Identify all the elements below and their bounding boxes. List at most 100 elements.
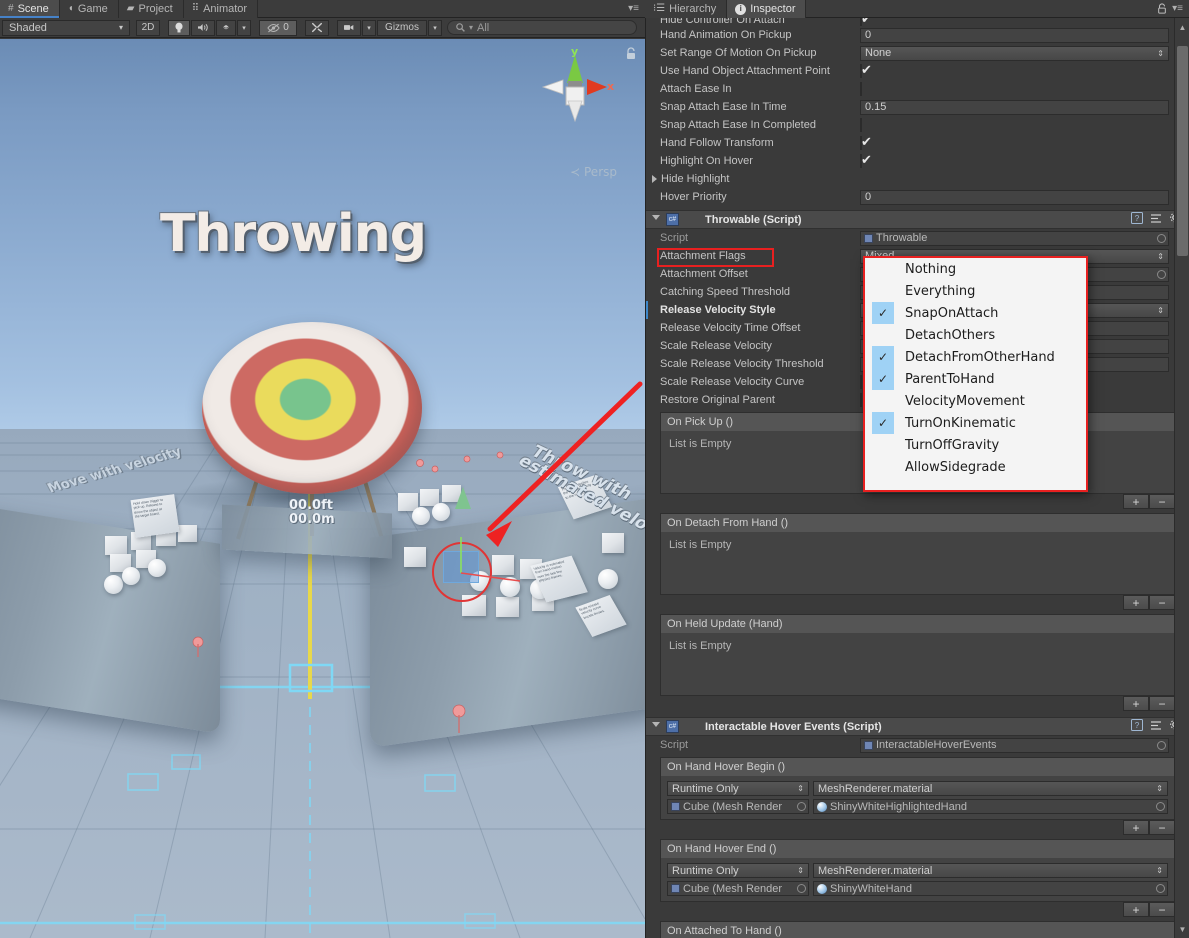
dropdown-item-nothing[interactable]: Nothing <box>865 258 1086 280</box>
tab-project[interactable]: ▰ Project <box>118 0 184 18</box>
inspector-scrollbar[interactable]: ▲ ▼ <box>1174 18 1189 938</box>
dropdown-item-detachfromotherhand[interactable]: ✓ DetachFromOtherHand <box>865 346 1086 368</box>
object-field[interactable]: InteractableHoverEvents <box>860 737 1169 753</box>
scene-cube[interactable] <box>178 525 197 542</box>
camera-icon[interactable] <box>337 19 361 36</box>
chevron-right-icon[interactable] <box>652 175 657 183</box>
scene-ball[interactable] <box>412 507 430 525</box>
scene-ball[interactable] <box>598 569 618 589</box>
component-header-interactable-hover-events[interactable]: c# Interactable Hover Events (Script) ? <box>646 717 1189 736</box>
help-icon[interactable]: ? <box>1131 719 1143 734</box>
inspector-row-highlight-on-hover[interactable]: Highlight On Hover <box>646 152 1189 170</box>
dropdown-item-parenttohand[interactable]: ✓ ParentToHand <box>865 368 1086 390</box>
scene-search-input[interactable]: ▾ All <box>447 20 637 35</box>
add-event-button[interactable]: + <box>1123 696 1149 711</box>
remove-event-button[interactable]: − <box>1149 820 1175 835</box>
scene-ball[interactable] <box>500 577 520 597</box>
number-field[interactable]: 0.15 <box>860 99 1169 115</box>
inspector-row-hide-controller[interactable]: Hide Controller On Attach <box>646 18 1189 26</box>
event-arg-object-field[interactable]: ShinyWhiteHand <box>813 881 1168 896</box>
add-event-button[interactable]: + <box>1123 902 1149 917</box>
scrollbar-thumb[interactable] <box>1177 46 1188 256</box>
tab-game[interactable]: ◖ Game <box>59 0 119 18</box>
archery-target[interactable] <box>202 322 422 494</box>
inspector-row-hover-priority[interactable]: Hover Priority 0 <box>646 188 1189 206</box>
inspector-row-snap-attach-ease-in-time[interactable]: Snap Attach Ease In Time 0.15 <box>646 98 1189 116</box>
event-method-popup[interactable]: MeshRenderer.material ⇕ <box>813 781 1168 796</box>
inspector-row-hand-follow-transform[interactable]: Hand Follow Transform <box>646 134 1189 152</box>
inspector-lock-icon[interactable]: ▾≡ <box>1157 0 1189 17</box>
object-picker-icon[interactable] <box>1156 802 1165 811</box>
scene-ball[interactable] <box>104 575 123 594</box>
inspector-row-hide-highlight[interactable]: Hide Highlight <box>646 170 1189 188</box>
inspector-row-set-range-of-motion[interactable]: Set Range Of Motion On Pickup None ⇕ <box>646 44 1189 62</box>
camera-dropdown-arrow[interactable]: ▾ <box>362 19 376 36</box>
remove-event-button[interactable]: − <box>1149 494 1175 509</box>
fx-icon[interactable] <box>216 19 236 36</box>
number-field[interactable]: 0 <box>860 27 1169 43</box>
scroll-up-arrow-icon[interactable]: ▲ <box>1175 20 1189 34</box>
lightbulb-icon[interactable] <box>168 19 190 36</box>
component-header-throwable[interactable]: c# Throwable (Script) ? <box>646 210 1189 229</box>
speaker-icon[interactable] <box>191 19 215 36</box>
add-event-button[interactable]: + <box>1123 494 1149 509</box>
add-event-button[interactable]: + <box>1123 595 1149 610</box>
object-picker-icon[interactable] <box>797 884 806 893</box>
event-target-object-field[interactable]: Cube (Mesh Render <box>667 799 809 814</box>
dropdown-item-velocitymovement[interactable]: VelocityMovement <box>865 390 1086 412</box>
remove-event-button[interactable]: − <box>1149 696 1175 711</box>
animation-curve-field[interactable] <box>860 375 862 389</box>
toggle-2d-button[interactable]: 2D <box>136 19 160 36</box>
tab-scene[interactable]: # Scene <box>0 0 60 18</box>
preset-icon[interactable] <box>1150 719 1162 734</box>
chevron-down-icon[interactable] <box>652 215 660 224</box>
object-picker-icon[interactable] <box>797 802 806 811</box>
draw-mode-dropdown[interactable]: Shaded ▾ <box>2 19 130 36</box>
event-target-object-field[interactable]: Cube (Mesh Render <box>667 881 809 896</box>
scene-panel-menu[interactable]: ▾≡ <box>628 0 645 17</box>
tab-animator[interactable]: ⠿ Animator <box>183 0 259 18</box>
scene-view-gizmo[interactable]: y x <box>535 45 615 127</box>
scene-sign[interactable]: Hold down trigger to pick up. Release to t… <box>130 494 180 538</box>
add-event-button[interactable]: + <box>1123 820 1149 835</box>
scene-ball[interactable] <box>432 503 450 521</box>
event-method-popup[interactable]: MeshRenderer.material ⇕ <box>813 863 1168 878</box>
checkbox[interactable] <box>860 18 862 26</box>
scene-cube[interactable] <box>602 533 624 553</box>
attachment-flags-dropdown-menu[interactable]: Nothing Everything ✓ SnapOnAttach Detach… <box>863 256 1088 492</box>
object-picker-icon[interactable] <box>1157 269 1166 279</box>
checkbox[interactable] <box>860 118 862 132</box>
dropdown-item-allowsidegrade[interactable]: AllowSidegrade <box>865 456 1086 478</box>
scene-cube[interactable] <box>105 536 127 555</box>
hidden-objects-toggle[interactable]: 0 <box>259 19 297 36</box>
scene-view[interactable]: Throwing Hold down trigger to pick up. R… <box>0 39 645 938</box>
tools-icon[interactable] <box>305 19 329 36</box>
event-mode-popup[interactable]: Runtime Only ⇕ <box>667 863 809 878</box>
dropdown-item-snaponattach[interactable]: ✓ SnapOnAttach <box>865 302 1086 324</box>
checkbox[interactable] <box>860 393 862 407</box>
remove-event-button[interactable]: − <box>1149 595 1175 610</box>
checkbox[interactable] <box>860 82 862 96</box>
projection-label-group[interactable]: ≺ Persp <box>570 165 617 179</box>
number-field[interactable]: 0 <box>860 189 1169 205</box>
inspector-panel-menu[interactable]: ▾≡ <box>1172 3 1183 14</box>
tab-hierarchy[interactable]: ⁝☰ Hierarchy <box>645 0 728 18</box>
object-field[interactable]: Throwable <box>860 230 1169 246</box>
scene-cube[interactable] <box>492 555 514 575</box>
object-picker-icon[interactable] <box>1156 884 1165 893</box>
checkbox[interactable] <box>860 136 862 150</box>
dropdown-item-turnonkinematic[interactable]: ✓ TurnOnKinematic <box>865 412 1086 434</box>
dropdown-item-turnoffgravity[interactable]: TurnOffGravity <box>865 434 1086 456</box>
scene-cube[interactable] <box>496 597 519 617</box>
help-icon[interactable]: ? <box>1131 212 1143 227</box>
preset-icon[interactable] <box>1150 212 1162 227</box>
dropdown-item-detachothers[interactable]: DetachOthers <box>865 324 1086 346</box>
event-mode-popup[interactable]: Runtime Only ⇕ <box>667 781 809 796</box>
remove-event-button[interactable]: − <box>1149 902 1175 917</box>
inspector-row-attach-ease-in[interactable]: Attach Ease In <box>646 80 1189 98</box>
chevron-down-icon[interactable] <box>652 722 660 731</box>
object-picker-icon[interactable] <box>1157 740 1166 750</box>
scene-cube[interactable] <box>404 547 426 567</box>
scene-cone[interactable] <box>455 487 471 509</box>
gizmos-dropdown-arrow[interactable]: ▾ <box>428 19 442 36</box>
